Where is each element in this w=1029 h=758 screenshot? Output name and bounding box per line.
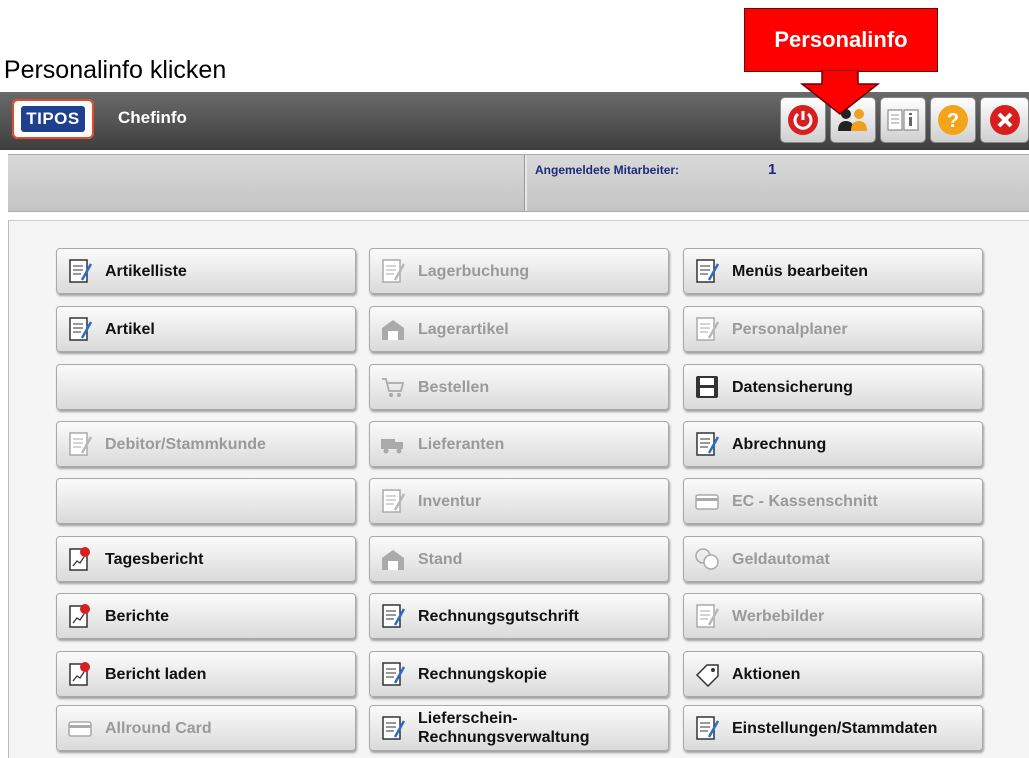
menu-button-label: Personalplaner [732,320,848,338]
warehouse-article-icon [380,316,406,342]
menu-button-label: EC - Kassenschnitt [732,492,878,510]
menu-button-rechnungskopie[interactable]: Rechnungskopie [369,651,669,697]
close-button[interactable] [980,97,1029,143]
info-divider [525,155,527,211]
article-edit-icon [67,316,93,342]
menu-button-ec-kassenschnitt[interactable]: EC - Kassenschnitt [683,478,983,524]
menu-button-lagerartikel[interactable]: Lagerartikel [369,306,669,352]
load-report-icon [67,661,93,687]
menu-button-artikel[interactable]: Artikel [56,306,356,352]
menu-button-tagesbericht[interactable]: Tagesbericht [56,536,356,582]
menu-button-datensicherung[interactable]: Datensicherung [683,364,983,410]
menu-button-label: Einstellungen/Stammdaten [732,719,938,737]
menu-button-label: Lieferanten [418,435,505,453]
customer-edit-icon [67,431,93,457]
menu-button-label: Lagerbuchung [418,262,530,280]
billing-icon [694,431,720,457]
tipos-logo: TIPOS [12,99,94,139]
daily-report-icon [67,546,93,572]
ec-card-icon [694,488,720,514]
menu-button-label: Stand [418,550,463,568]
menu-button-label: Abrechnung [732,435,827,453]
menu-button-label: Geldautomat [732,550,830,568]
menu-button-label: Allround Card [105,719,212,737]
logged-in-staff-count: 1 [768,161,777,178]
menu-button-werbebilder[interactable]: Werbebilder [683,593,983,639]
card-icon [67,715,93,741]
menu-button-label: Artikelliste [105,262,187,280]
list-edit-icon [67,258,93,284]
menu-button-label: Rechnungskopie [418,665,547,683]
menu-button-label: Inventur [418,492,482,510]
menu-button-label: Bericht laden [105,665,207,683]
menu-button-personalplaner[interactable]: Personalplaner [683,306,983,352]
menu-button-lieferschein[interactable]: Lieferschein- Rechnungsverwaltung [369,705,669,751]
menu-button-inventur[interactable]: Inventur [369,478,669,524]
menu-button-label: Datensicherung [732,378,853,396]
instruction-caption: f Personalinfo klicken [0,56,227,84]
ad-images-icon [694,603,720,629]
staff-planner-icon [694,316,720,342]
stock-level-icon [380,546,406,572]
menu-button-label: Menüs bearbeiten [732,262,869,280]
menu-button-label: Lieferschein- Rechnungsverwaltung [418,710,590,746]
info-book-button[interactable] [880,97,926,143]
info-icon [887,109,919,131]
menu-button-bericht-laden[interactable]: Bericht laden [56,651,356,697]
menu-button-label: Berichte [105,607,170,625]
settings-doc-icon [694,715,720,741]
menu-button-menüs-bearbeiten[interactable]: Menüs bearbeiten [683,248,983,294]
menu-button-label: Bestellen [418,378,490,396]
menu-button-label: Aktionen [732,665,801,683]
menu-button-label: Lagerartikel [418,320,509,338]
svg-text:?: ? [947,110,959,132]
inventory-icon [380,488,406,514]
menu-button-stand[interactable]: Stand [369,536,669,582]
cart-order-icon [380,374,406,400]
help-icon: ? [938,105,968,135]
menu-button-label: Tagesbericht [105,550,204,568]
invoice-copy-icon [380,661,406,687]
delivery-note-icon [380,715,406,741]
menu-button-lagerbuchung[interactable]: Lagerbuchung [369,248,669,294]
promotion-tag-icon [694,661,720,687]
save-disk-icon [694,374,720,400]
menu-button-lieferanten[interactable]: Lieferanten [369,421,669,467]
menu-button-empty[interactable] [56,364,356,410]
menu-button-geldautomat[interactable]: Geldautomat [683,536,983,582]
credit-note-icon [380,603,406,629]
menu-button-allround-card[interactable]: Allround Card [56,705,356,751]
menu-button-einstellungen-stammdaten[interactable]: Einstellungen/Stammdaten [683,705,983,751]
menu-button-label: Werbebilder [732,607,825,625]
callout-arrow-icon [800,70,880,115]
info-bar: Angemeldete Mitarbeiter: 1 [8,154,1029,212]
menu-button-abrechnung[interactable]: Abrechnung [683,421,983,467]
menu-button-empty[interactable] [56,478,356,524]
menu-button-debitor-stammkunde[interactable]: Debitor/Stammkunde [56,421,356,467]
help-button[interactable]: ? [930,97,976,143]
stock-booking-icon [380,258,406,284]
menu-button-bestellen[interactable]: Bestellen [369,364,669,410]
menu-edit-icon [694,258,720,284]
menu-button-label: Artikel [105,320,155,338]
app-title: Chefinfo [118,108,187,127]
coins-icon [694,546,720,572]
personalinfo-callout: Personalinfo [744,8,938,72]
logged-in-staff-label: Angemeldete Mitarbeiter: [535,163,680,177]
menu-button-rechnungsgutschrift[interactable]: Rechnungsgutschrift [369,593,669,639]
menu-button-artikelliste[interactable]: Artikelliste [56,248,356,294]
menu-button-aktionen[interactable]: Aktionen [683,651,983,697]
menu-button-berichte[interactable]: Berichte [56,593,356,639]
menu-button-label: Rechnungsgutschrift [418,607,579,625]
truck-icon [380,431,406,457]
reports-icon [67,603,93,629]
close-icon [989,105,1020,135]
menu-button-label: Debitor/Stammkunde [105,435,266,453]
